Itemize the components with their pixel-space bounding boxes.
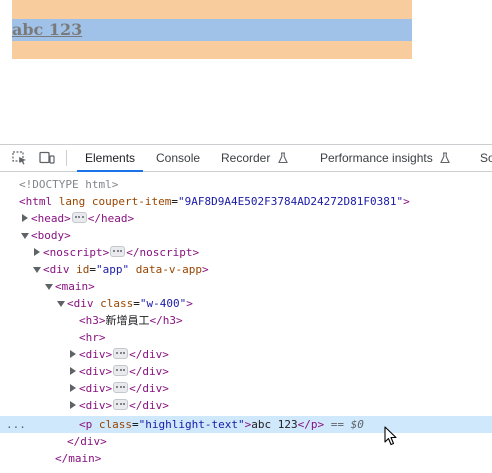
dom-node-body[interactable]: <body>: [0, 227, 492, 244]
tab-elements[interactable]: Elements: [76, 145, 144, 172]
dom-node-div[interactable]: <div> </div>: [0, 397, 492, 414]
devtools-panel: Elements Console Recorder Performance in…: [0, 144, 492, 473]
expand-arrow-icon[interactable]: [34, 248, 40, 256]
collapsed-ellipsis-icon[interactable]: [113, 365, 129, 376]
collapse-arrow-icon[interactable]: [57, 301, 65, 307]
dom-node-html[interactable]: <html lang coupert-item="9AF8D9A4E502F37…: [0, 193, 492, 210]
dom-tree: <!DOCTYPE html> <html lang coupert-item=…: [0, 172, 492, 473]
tab-sources[interactable]: So: [480, 145, 492, 171]
tab-performance-insights[interactable]: Performance insights: [320, 145, 450, 171]
dom-node-div-app[interactable]: <div id="app" data-v-app>: [0, 261, 492, 278]
dom-node-p-highlight-text[interactable]: ... <p class="highlight-text">abc 123</p…: [0, 416, 492, 433]
devtools-tabbar: Elements Console Recorder Performance in…: [0, 145, 492, 172]
inspect-element-icon[interactable]: [12, 151, 28, 165]
dom-node-head[interactable]: <head> </head>: [0, 210, 492, 227]
experimental-flask-icon: [277, 152, 288, 164]
expand-arrow-icon[interactable]: [70, 384, 76, 392]
dom-node-div-w-400[interactable]: <div class="w-400">: [0, 295, 492, 312]
dom-node-doctype[interactable]: <!DOCTYPE html>: [0, 176, 492, 193]
collapsed-ellipsis-icon[interactable]: [113, 348, 129, 359]
expand-arrow-icon[interactable]: [70, 401, 76, 409]
collapsed-ellipsis-icon[interactable]: [113, 382, 129, 393]
collapse-arrow-icon[interactable]: [45, 284, 53, 290]
node-actions-dots-icon[interactable]: ...: [6, 416, 26, 433]
toolbar-separator: [66, 150, 67, 166]
expand-arrow-icon[interactable]: [70, 350, 76, 358]
highlight-text-paragraph[interactable]: abc 123: [12, 19, 412, 41]
page-preview: abc 123: [0, 0, 492, 144]
tab-console[interactable]: Console: [156, 145, 200, 171]
tab-recorder[interactable]: Recorder: [221, 145, 288, 171]
device-toolbar-icon[interactable]: [39, 151, 55, 165]
collapsed-ellipsis-icon[interactable]: [71, 212, 87, 223]
experimental-flask-icon: [440, 152, 450, 164]
w-400-container: abc 123: [12, 0, 412, 59]
dom-node-main-close[interactable]: </main>: [0, 450, 492, 467]
collapsed-ellipsis-icon[interactable]: [113, 399, 129, 410]
dom-node-hr[interactable]: <hr>: [0, 329, 492, 346]
expand-arrow-icon[interactable]: [70, 367, 76, 375]
collapse-arrow-icon[interactable]: [33, 267, 41, 273]
selected-node-marker: == $0: [330, 418, 364, 431]
dom-node-div[interactable]: <div> </div>: [0, 363, 492, 380]
dom-node-main[interactable]: <main>: [0, 278, 492, 295]
dom-node-div[interactable]: <div> </div>: [0, 380, 492, 397]
expand-arrow-icon[interactable]: [22, 214, 28, 222]
dom-node-div[interactable]: <div> </div>: [0, 346, 492, 363]
dom-node-div-w-400-close[interactable]: </div>: [0, 433, 492, 450]
dom-node-noscript[interactable]: <noscript> </noscript>: [0, 244, 492, 261]
container-top-strip: [12, 0, 412, 3]
dom-node-h3[interactable]: <h3>新增員工</h3>: [0, 312, 492, 329]
collapse-arrow-icon[interactable]: [21, 233, 29, 239]
mouse-pointer-icon: [384, 426, 397, 446]
collapsed-ellipsis-icon[interactable]: [110, 246, 126, 257]
